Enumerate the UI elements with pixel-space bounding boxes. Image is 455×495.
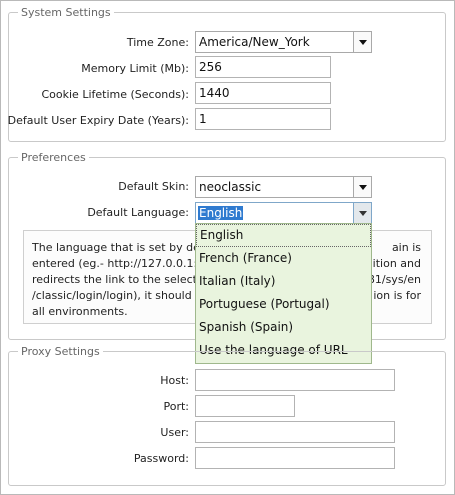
chevron-down-icon[interactable] (353, 203, 371, 223)
language-option[interactable]: Italian (Italy) (196, 270, 371, 293)
cookie-lifetime-label: Cookie Lifetime (Seconds): (41, 88, 189, 101)
default-skin-label: Default Skin: (118, 180, 189, 193)
chevron-down-icon[interactable] (353, 32, 371, 52)
port-label: Port: (163, 400, 189, 413)
expiry-input[interactable]: 1 (195, 108, 331, 130)
default-language-label: Default Language: (87, 206, 189, 219)
note-line-tail: ition and (372, 257, 421, 270)
time-zone-select[interactable]: America/New_York (195, 31, 372, 53)
proxy-settings-legend: Proxy Settings (21, 345, 100, 358)
chevron-down-icon[interactable] (353, 177, 371, 197)
language-option[interactable]: Spanish (Spain) (196, 316, 371, 339)
user-input[interactable] (195, 421, 395, 443)
language-option[interactable]: English (196, 224, 371, 247)
memory-limit-label: Memory Limit (Mb): (81, 62, 189, 75)
note-line-tail: ion is for (373, 289, 421, 302)
port-input[interactable] (195, 395, 295, 417)
note-line: entered (eg.- http://127.0.0.1:80 (32, 257, 197, 270)
password-input[interactable] (195, 447, 395, 469)
cookie-lifetime-input[interactable]: 1440 (195, 82, 331, 104)
default-language-value: English (198, 206, 244, 220)
language-option[interactable]: Portuguese (Portugal) (196, 293, 371, 316)
system-settings-legend: System Settings (21, 6, 111, 19)
user-label: User: (160, 426, 189, 439)
language-option[interactable]: French (France) (196, 247, 371, 270)
note-line: The language that is set by defa (32, 241, 197, 254)
host-label: Host: (160, 374, 189, 387)
host-input[interactable] (195, 369, 395, 391)
default-skin-select[interactable]: neoclassic (195, 176, 372, 198)
preferences-legend: Preferences (21, 151, 86, 164)
note-line: /classic/login/login), it should b (32, 289, 197, 302)
password-label: Password: (133, 452, 189, 465)
default-language-select[interactable]: English (195, 202, 372, 224)
note-line: all environments. (32, 305, 128, 318)
expiry-label: Default User Expiry Date (Years): (7, 114, 189, 127)
memory-limit-input[interactable]: 256 (195, 56, 331, 78)
time-zone-value: America/New_York (199, 35, 310, 49)
default-skin-value: neoclassic (199, 180, 262, 194)
language-dropdown-list: English French (France) Italian (Italy) … (195, 223, 372, 364)
note-line-tail: ain is (391, 241, 421, 254)
time-zone-label: Time Zone: (126, 36, 189, 49)
note-line: redirects the link to the selecte (32, 273, 197, 286)
note-line-tail: 81/sys/en (367, 273, 421, 286)
